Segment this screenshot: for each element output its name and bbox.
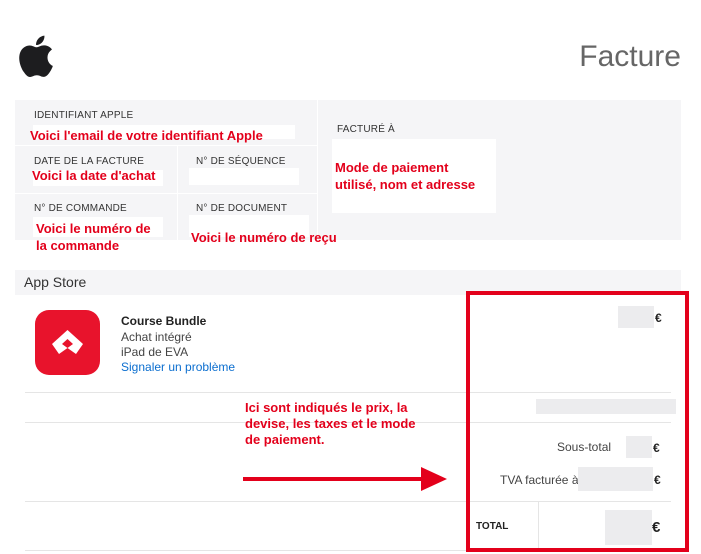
invoice-date-label: DATE DE LA FACTURE (34, 156, 145, 167)
pricing-note-line-3: de paiement. (245, 432, 325, 447)
invoice-date-note: Voici la date d'achat (32, 168, 156, 183)
billed-to-label: FACTURÉ À (337, 124, 395, 135)
apple-logo-icon (19, 35, 53, 78)
item-name: Course Bundle (121, 314, 207, 328)
report-problem-link[interactable]: Signaler un problème (121, 360, 235, 374)
item-type: Achat intégré (121, 330, 192, 344)
order-number-note-line-2: la commande (36, 238, 120, 253)
pricing-note-line-2: devise, les taxes et le mode (245, 416, 416, 431)
apple-id-label: IDENTIFIANT APPLE (34, 110, 134, 121)
item-device: iPad de EVA (121, 345, 189, 359)
apple-id-note: Voici l'email de votre identifiant Apple (30, 128, 263, 143)
billed-to-note-line-1: Mode de paiement (335, 160, 449, 175)
invoice-info-panel: IDENTIFIANT APPLE Voici l'email de votre… (15, 100, 681, 253)
billed-to-note-line-2: utilisé, nom et adresse (335, 177, 476, 192)
document-number-label: N° DE DOCUMENT (196, 203, 288, 214)
sequence-label: N° DE SÉQUENCE (196, 156, 286, 167)
app-logo-icon (52, 330, 83, 354)
page-title: Facture (579, 40, 681, 73)
pricing-highlight-box (466, 291, 689, 552)
pricing-note-line-1: Ici sont indiqués le prix, la (245, 400, 408, 415)
app-icon (35, 310, 100, 375)
annotation-arrow-icon (243, 467, 447, 491)
order-number-label: N° DE COMMANDE (34, 203, 127, 214)
document-number-note: Voici le numéro de reçu (191, 230, 337, 245)
section-title: App Store (24, 274, 87, 290)
order-number-note-line-1: Voici le numéro de (36, 221, 151, 236)
sequence-redacted (189, 168, 299, 185)
